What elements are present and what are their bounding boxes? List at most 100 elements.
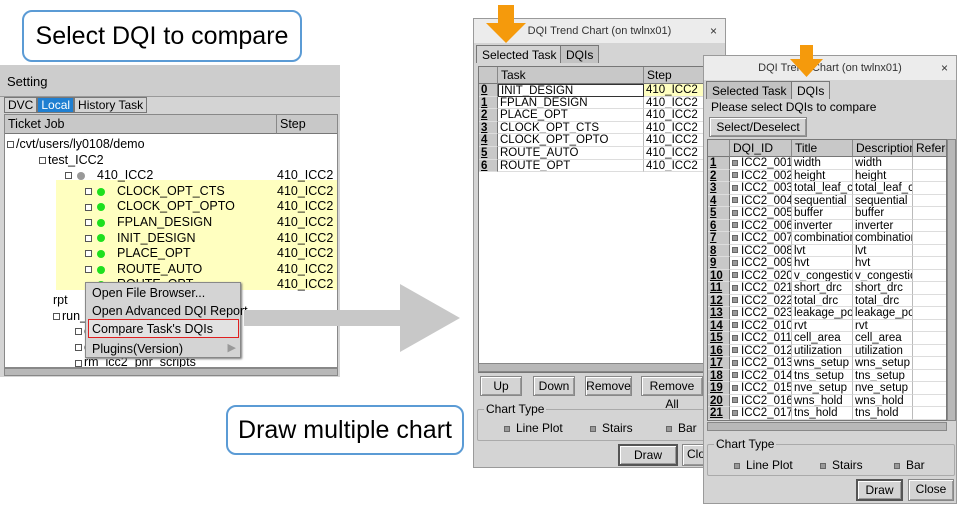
reference-cell[interactable] (913, 345, 946, 358)
row-index[interactable]: 0 (479, 84, 498, 97)
expand-icon[interactable] (75, 344, 82, 351)
description-cell[interactable]: lvt (853, 244, 913, 258)
title-cell[interactable]: leakage_po (792, 307, 853, 320)
checkbox[interactable] (732, 234, 738, 241)
row-index[interactable]: 20 (708, 394, 730, 408)
row-index[interactable]: 10 (708, 269, 730, 283)
checkbox[interactable] (732, 322, 738, 329)
draw-button[interactable]: Draw (856, 479, 903, 501)
radio-bar[interactable]: Bar (666, 421, 697, 435)
tree-item[interactable]: /cvt/users/ly0108/demo (7, 136, 337, 152)
row-index[interactable]: 6 (708, 219, 730, 233)
expand-icon[interactable] (85, 203, 92, 211)
row-index[interactable]: 13 (708, 307, 730, 320)
dqi-id-cell[interactable]: ICC2_002 (730, 169, 792, 183)
description-cell[interactable]: height (853, 169, 913, 183)
checkbox[interactable] (732, 334, 738, 341)
row-index[interactable]: 2 (708, 169, 730, 183)
reference-cell[interactable] (913, 407, 946, 420)
reference-cell[interactable] (913, 307, 946, 320)
title-cell[interactable]: wns_hold (792, 394, 853, 408)
tab-dvc[interactable]: DVC (4, 97, 38, 113)
dqi-id-cell[interactable]: ICC2_011 (730, 332, 792, 345)
checkbox[interactable] (732, 184, 738, 191)
radio-line-plot[interactable]: Line Plot (504, 421, 563, 435)
title-cell[interactable]: cell_area (792, 332, 853, 345)
checkbox[interactable] (732, 259, 738, 266)
dqi-id-cell[interactable]: ICC2_014 (730, 369, 792, 383)
horizontal-scrollbar[interactable] (478, 363, 724, 372)
reference-cell[interactable] (913, 220, 946, 233)
column-reference[interactable]: Reference (913, 140, 946, 157)
remove-all-button[interactable]: Remove All (641, 376, 703, 411)
title-cell[interactable]: width (792, 157, 853, 170)
row-index[interactable]: 6 (479, 159, 498, 173)
title-cell[interactable]: wns_setup (792, 357, 853, 370)
reference-cell[interactable] (913, 295, 946, 308)
reference-cell[interactable] (913, 207, 946, 220)
row-index[interactable]: 12 (708, 294, 730, 308)
row-index[interactable]: 3 (708, 182, 730, 195)
description-cell[interactable]: inverter (853, 219, 913, 233)
title-cell[interactable]: inverter (792, 219, 853, 233)
checkbox[interactable] (732, 284, 738, 291)
checkbox[interactable] (732, 209, 738, 216)
remove-button[interactable]: Remove (585, 376, 632, 396)
description-cell[interactable]: cell_area (853, 332, 913, 345)
setting-bar[interactable]: Setting (0, 65, 340, 97)
up-button[interactable]: Up (480, 376, 522, 396)
row-index[interactable]: 4 (708, 194, 730, 208)
expand-icon[interactable] (65, 172, 72, 180)
task-cell[interactable]: INIT_DESIGN (498, 84, 644, 97)
reference-cell[interactable] (913, 245, 946, 258)
row-index[interactable]: 9 (708, 257, 730, 270)
horizontal-scrollbar[interactable] (4, 368, 338, 376)
menu-plugins-version[interactable]: Plugins(Version) (92, 342, 183, 356)
reference-cell[interactable] (913, 282, 946, 295)
dqi-id-cell[interactable]: ICC2_008 (730, 244, 792, 258)
title-cell[interactable]: hvt (792, 257, 853, 270)
checkbox[interactable] (732, 397, 738, 404)
title-cell[interactable]: short_drc (792, 282, 853, 295)
description-cell[interactable]: tns_setup (853, 369, 913, 383)
dqi-id-cell[interactable]: ICC2_015 (730, 382, 792, 395)
task-cell[interactable]: ROUTE_OPT (498, 159, 644, 173)
menu-open-advanced-dqi-report[interactable]: Open Advanced DQI Report (92, 304, 248, 318)
expand-icon[interactable] (85, 234, 92, 242)
title-cell[interactable]: combination (792, 232, 853, 245)
description-cell[interactable]: total_drc (853, 294, 913, 308)
checkbox[interactable] (732, 384, 738, 391)
expand-icon[interactable] (85, 219, 92, 227)
expand-icon[interactable] (53, 312, 60, 320)
title-cell[interactable]: tns_hold (792, 407, 853, 420)
expand-icon[interactable] (7, 141, 14, 149)
row-index[interactable]: 14 (708, 319, 730, 333)
close-icon[interactable]: × (710, 19, 717, 43)
expand-icon[interactable] (75, 359, 82, 367)
description-cell[interactable]: width (853, 157, 913, 170)
dqi-id-cell[interactable]: ICC2_007 (730, 232, 792, 245)
reference-cell[interactable] (913, 270, 946, 283)
close-icon[interactable]: × (941, 56, 948, 80)
tab-selected-task[interactable]: Selected Task (476, 45, 563, 63)
description-cell[interactable]: wns_hold (853, 394, 913, 408)
checkbox[interactable] (732, 409, 738, 416)
expand-icon[interactable] (85, 188, 92, 195)
reference-cell[interactable] (913, 232, 946, 245)
select-deselect-all-button[interactable]: Select/Deselect all (709, 117, 807, 152)
description-cell[interactable]: total_leaf_c (853, 182, 913, 195)
tab-local[interactable]: Local (37, 97, 75, 113)
reference-cell[interactable] (913, 357, 946, 370)
tab-dqis[interactable]: DQIs (791, 81, 831, 99)
description-cell[interactable]: wns_setup (853, 357, 913, 370)
row-index[interactable]: 4 (479, 134, 498, 147)
task-cell[interactable]: CLOCK_OPT_CTS (498, 121, 644, 135)
checkbox[interactable] (732, 172, 738, 179)
title-cell[interactable]: sequential (792, 194, 853, 208)
dqi-id-cell[interactable]: ICC2_023 (730, 307, 792, 320)
description-cell[interactable]: nve_setup (853, 382, 913, 395)
title-cell[interactable]: v_congestic (792, 269, 853, 283)
column-dqi-id[interactable]: DQI_ID (730, 140, 792, 157)
checkbox[interactable] (732, 359, 738, 366)
dqi-id-cell[interactable]: ICC2_001 (730, 157, 792, 170)
